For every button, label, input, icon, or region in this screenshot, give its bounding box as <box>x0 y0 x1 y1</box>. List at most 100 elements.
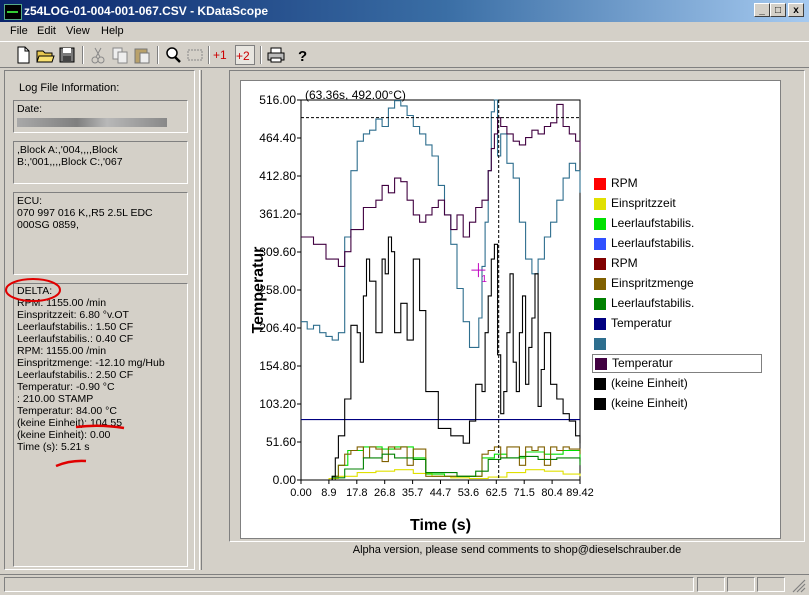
ecu-part: 070 997 016 K,,R5 2.5L EDC <box>17 207 153 219</box>
delta-einspritzzeit: Einspritzzeit: 6.80 °v.OT <box>17 309 129 321</box>
delta-rpm-1: RPM: 1155.00 /min <box>17 297 107 309</box>
toolbar: +1 +2 ? <box>0 41 809 68</box>
print-icon[interactable] <box>266 45 286 65</box>
delta-leerlauf-2: Leerlaufstabilis.: 0.40 CF <box>17 333 134 345</box>
select-rect-icon[interactable] <box>185 45 205 65</box>
chart-svg[interactable]: 516.00464.40412.80361.20309.60258.00206.… <box>240 80 781 539</box>
log-info-heading: Log File Information: <box>19 82 120 94</box>
block-box: ,Block A:,'004,,,,Block B:,'001,,,,Block… <box>13 141 188 184</box>
date-box: Date: <box>13 100 188 133</box>
x-tick-label: 8.9 <box>321 487 336 499</box>
legend-swatch <box>594 378 606 390</box>
footer-text: Alpha version, please send comments to s… <box>352 544 682 556</box>
new-file-icon[interactable] <box>13 45 33 65</box>
save-disk-icon[interactable] <box>57 45 77 65</box>
legend-swatch <box>594 198 606 210</box>
legend-item[interactable]: Temperatur <box>592 354 762 373</box>
legend-swatch <box>594 318 606 330</box>
delta-temperatur-1: Temperatur: -0.90 °C <box>17 381 115 393</box>
status-pane-main <box>4 577 694 592</box>
x-tick-label: 80.4 <box>541 487 562 499</box>
legend-label: Leerlaufstabilis. <box>611 236 695 250</box>
x-tick-label: 62.5 <box>486 487 507 499</box>
copy-icon[interactable] <box>110 45 130 65</box>
redacted-date <box>17 118 167 127</box>
open-folder-icon[interactable] <box>35 45 55 65</box>
cursor-two-label: +2 <box>236 49 250 63</box>
toolbar-separator <box>82 46 84 64</box>
cursor-marker-label: 1 <box>481 274 487 285</box>
x-tick-label: 17.8 <box>346 487 367 499</box>
help-icon[interactable]: ? <box>292 45 312 65</box>
x-axis-label: Time (s) <box>410 517 471 534</box>
legend-swatch <box>594 178 606 190</box>
svg-text:?: ? <box>298 48 307 65</box>
block-line-1: ,Block A:,'004,,,,Block <box>17 144 118 156</box>
menu-help[interactable]: Help <box>101 25 124 37</box>
delta-temperatur-2: Temperatur: 84.00 °C <box>17 405 117 417</box>
ecu-code: 000SG 0859, <box>17 219 79 231</box>
window-title: z54LOG-01-004-001-067.CSV - KDataScope <box>24 4 269 18</box>
minimize-button[interactable]: _ <box>754 3 770 17</box>
cursor-readout: (63.36s, 492.00°C) <box>305 88 406 102</box>
legend-label: Leerlaufstabilis. <box>611 216 695 230</box>
legend-swatch <box>594 398 606 410</box>
toolbar-separator <box>208 46 210 64</box>
y-tick-label: 361.20 <box>259 207 296 221</box>
title-bar: z54LOG-01-004-001-067.CSV - KDataScope _… <box>0 0 809 22</box>
legend-label: Temperatur <box>611 316 672 330</box>
cut-icon[interactable] <box>88 45 108 65</box>
y-axis-label: Temperatur <box>250 247 267 334</box>
delta-stamp: : 210.00 STAMP <box>17 393 94 405</box>
y-tick-label: 0.00 <box>273 473 297 487</box>
legend-swatch <box>594 298 606 310</box>
x-tick-label: 53.6 <box>458 487 479 499</box>
y-tick-label: 51.60 <box>266 435 296 449</box>
ecu-label: ECU: <box>17 195 43 207</box>
panel-splitter[interactable] <box>199 70 202 570</box>
x-tick-label: 35.7 <box>402 487 423 499</box>
legend-label: (keine Einheit) <box>611 396 688 410</box>
menu-view[interactable]: View <box>66 25 90 37</box>
cursor-one-icon[interactable]: +1 <box>213 45 233 65</box>
x-tick-label: 71.5 <box>513 487 534 499</box>
legend-swatch <box>594 238 606 250</box>
delta-keine-einheit-1: (keine Einheit): 104.55 <box>17 417 123 429</box>
legend-label: RPM <box>611 256 638 270</box>
legend-label: Leerlaufstabilis. <box>611 296 695 310</box>
legend-swatch <box>594 278 606 290</box>
cursor-one-label: +1 <box>213 48 227 62</box>
menu-bar: File Edit View Help <box>0 22 809 41</box>
x-tick-label: 0.00 <box>290 487 311 499</box>
legend-label: Einspritzzeit <box>611 196 676 210</box>
legend-swatch <box>594 338 606 350</box>
x-tick-label: 26.8 <box>374 487 395 499</box>
delta-heading: DELTA: <box>17 285 53 297</box>
block-line-2: B:,'001,,,,Block C:,'067 <box>17 156 123 168</box>
y-tick-label: 412.80 <box>259 169 296 183</box>
status-pane-2 <box>727 577 755 592</box>
delta-time: Time (s): 5.21 s <box>17 441 90 453</box>
date-label: Date: <box>17 103 43 115</box>
y-tick-label: 154.80 <box>259 359 296 373</box>
menu-edit[interactable]: Edit <box>37 25 56 37</box>
status-bar <box>0 574 809 595</box>
y-tick-label: 103.20 <box>259 397 296 411</box>
close-button[interactable]: x <box>788 3 804 17</box>
ecu-box: ECU: 070 997 016 K,,R5 2.5L EDC 000SG 08… <box>13 192 188 275</box>
cursor-two-icon[interactable]: +2 <box>235 45 255 65</box>
resize-grip-icon[interactable] <box>792 579 806 593</box>
legend-label: RPM <box>611 176 638 190</box>
status-pane-3 <box>757 577 785 592</box>
zoom-icon[interactable] <box>163 45 183 65</box>
delta-box: DELTA: RPM: 1155.00 /min Einspritzzeit: … <box>13 283 188 567</box>
toolbar-separator <box>157 46 159 64</box>
paste-icon[interactable] <box>132 45 152 65</box>
menu-file[interactable]: File <box>10 25 28 37</box>
legend-label: (keine Einheit) <box>611 376 688 390</box>
delta-rpm-2: RPM: 1155.00 /min <box>17 345 107 357</box>
toolbar-separator <box>260 46 262 64</box>
maximize-button[interactable]: □ <box>770 3 786 17</box>
x-tick-label: 89.42 <box>566 487 594 499</box>
x-tick-label: 44.7 <box>430 487 451 499</box>
